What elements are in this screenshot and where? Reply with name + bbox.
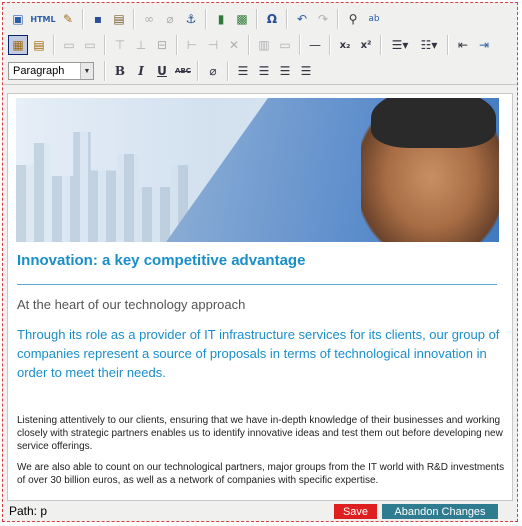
format-select-value: Paragraph: [13, 65, 65, 77]
insert-col-before-icon[interactable]: ⊢: [182, 35, 202, 55]
numbered-list-icon[interactable]: ☰▾: [386, 35, 414, 55]
toolbar-separator: [104, 61, 106, 81]
bold-icon[interactable]: B: [110, 61, 130, 81]
preview-icon[interactable]: ▣: [8, 9, 28, 29]
link-icon[interactable]: ∞: [139, 9, 159, 29]
toolbar-separator: [133, 9, 135, 29]
toolbar-row-2: ▦ ▤ ▭ ▭ ⊤ ⊥ ⊟ ⊢ ⊣ ✕ ▥ ▭ — x₂ x² ☰▾ ☷▾ ⇤: [8, 32, 513, 58]
media-icon[interactable]: ▮: [211, 9, 231, 29]
rich-text-editor: ▣ HTML ✎ ▪ ▤ ∞ ⌀ ⚓ ▮ ▩ Ω ↶ ↷ ⚲ ab ▦ ▤ ▭: [2, 2, 518, 522]
align-left-icon[interactable]: ☰: [233, 61, 253, 81]
toolbar-separator: [447, 35, 449, 55]
insert-row-after-icon[interactable]: ⊥: [131, 35, 151, 55]
toolbar-separator: [329, 35, 331, 55]
underline-icon[interactable]: U: [152, 61, 172, 81]
image-icon[interactable]: ▩: [232, 9, 252, 29]
toolbar-separator: [104, 35, 106, 55]
save-icon[interactable]: ▪: [88, 9, 108, 29]
chevron-down-icon: ▼: [80, 63, 93, 79]
table-icon[interactable]: ▦: [8, 35, 28, 55]
find-icon[interactable]: ⚲: [343, 9, 363, 29]
insert-col-after-icon[interactable]: ⊣: [203, 35, 223, 55]
toolbar-separator: [82, 9, 84, 29]
outdent-icon[interactable]: ⇤: [453, 35, 473, 55]
subheading: At the heart of our technology approach: [17, 297, 246, 312]
banner-image: [16, 98, 499, 242]
paste-word-icon[interactable]: ▤: [109, 9, 129, 29]
insert-row-before-icon[interactable]: ⊤: [110, 35, 130, 55]
toolbar-separator: [197, 61, 199, 81]
split-cells-icon[interactable]: ▥: [254, 35, 274, 55]
undo-icon[interactable]: ↶: [292, 9, 312, 29]
editor-toolbar: ▣ HTML ✎ ▪ ▤ ∞ ⌀ ⚓ ▮ ▩ Ω ↶ ↷ ⚲ ab ▦ ▤ ▭: [3, 3, 517, 85]
indent-icon[interactable]: ⇥: [474, 35, 494, 55]
align-right-icon[interactable]: ☰: [275, 61, 295, 81]
smiling-man-hair: [371, 98, 496, 148]
lead-paragraph: Through its role as a provider of IT inf…: [17, 327, 500, 380]
body-paragraph-2: We are also able to count on our technol…: [17, 462, 505, 486]
align-justify-icon[interactable]: ☰: [296, 61, 316, 81]
italic-icon[interactable]: I: [131, 61, 151, 81]
anchor-icon[interactable]: ⚓: [181, 9, 201, 29]
remove-format-icon[interactable]: ⌀: [203, 61, 223, 81]
row-props-icon[interactable]: ▭: [59, 35, 79, 55]
delete-row-icon[interactable]: ⊟: [152, 35, 172, 55]
bullet-list-icon[interactable]: ☷▾: [415, 35, 443, 55]
toolbar-separator: [299, 35, 301, 55]
delete-col-icon[interactable]: ✕: [224, 35, 244, 55]
toolbar-separator: [227, 61, 229, 81]
cleanup-icon[interactable]: ✎: [58, 9, 78, 29]
special-char-icon[interactable]: Ω: [262, 9, 282, 29]
html-source-icon[interactable]: HTML: [29, 9, 57, 29]
page-heading: Innovation: a key competitive advantage: [17, 252, 306, 269]
replace-icon[interactable]: ab: [364, 9, 384, 29]
subscript-icon[interactable]: x₂: [335, 35, 355, 55]
redo-icon[interactable]: ↷: [313, 9, 333, 29]
editor-content-area[interactable]: Innovation: a key competitive advantage …: [7, 93, 513, 501]
toolbar-separator: [256, 9, 258, 29]
strikethrough-icon[interactable]: ABC: [173, 61, 193, 81]
toolbar-row-1: ▣ HTML ✎ ▪ ▤ ∞ ⌀ ⚓ ▮ ▩ Ω ↶ ↷ ⚲ ab: [8, 6, 513, 32]
unlink-icon[interactable]: ⌀: [160, 9, 180, 29]
save-button[interactable]: Save: [334, 504, 377, 519]
heading-divider: [17, 284, 497, 285]
editor-status-bar: Path: p Save Abandon Changes: [3, 501, 517, 521]
align-center-icon[interactable]: ☰: [254, 61, 274, 81]
toolbar-separator: [53, 35, 55, 55]
toolbar-separator: [286, 9, 288, 29]
abandon-changes-button[interactable]: Abandon Changes: [382, 504, 498, 519]
horizontal-rule-icon[interactable]: —: [305, 35, 325, 55]
table-props-icon[interactable]: ▤: [29, 35, 49, 55]
body-paragraph-1: Listening attentively to our clients, en…: [17, 415, 503, 452]
toolbar-row-3: Paragraph ▼ B I U ABC ⌀ ☰ ☰ ☰ ☰: [8, 58, 513, 84]
merge-cells-icon[interactable]: ▭: [275, 35, 295, 55]
toolbar-separator: [248, 35, 250, 55]
toolbar-separator: [176, 35, 178, 55]
paragraph-format-select[interactable]: Paragraph ▼: [8, 62, 94, 80]
element-path: Path: p: [9, 504, 48, 518]
toolbar-separator: [205, 9, 207, 29]
superscript-icon[interactable]: x²: [356, 35, 376, 55]
toolbar-separator: [337, 9, 339, 29]
cell-props-icon[interactable]: ▭: [80, 35, 100, 55]
toolbar-separator: [380, 35, 382, 55]
